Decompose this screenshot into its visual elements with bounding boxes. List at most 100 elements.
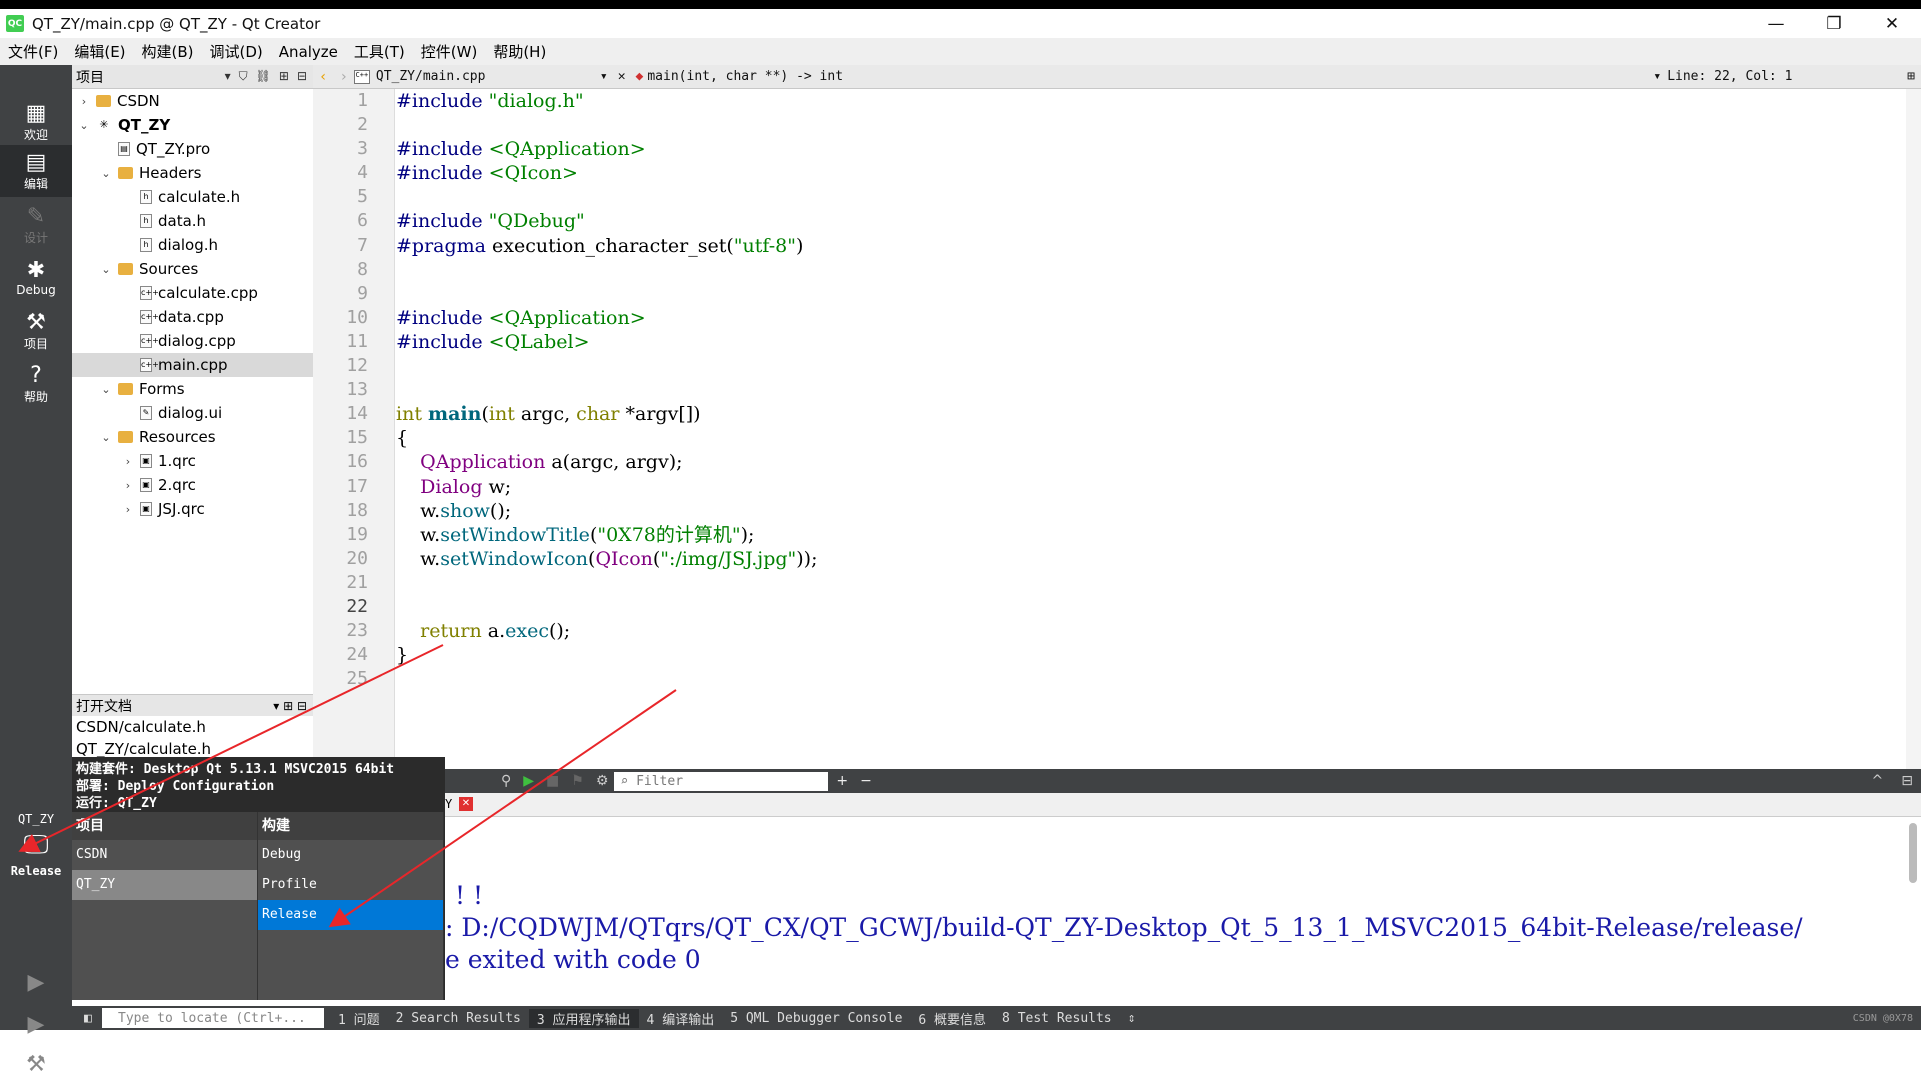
expand-arrow-icon[interactable]: ⌄ (100, 383, 112, 396)
file-dropdown-icon[interactable]: ▾ (596, 69, 612, 84)
build-button[interactable]: ⚒ (0, 1045, 72, 1085)
kit-build-item[interactable]: Profile (258, 870, 443, 900)
link-icon[interactable]: ⛓ (256, 69, 271, 84)
tree-item[interactable]: ⌄ Sources (72, 257, 313, 281)
menu-file[interactable]: 文件(F) (0, 41, 66, 62)
tree-item[interactable]: h calculate.h (72, 185, 313, 209)
stop-icon[interactable]: ■ (540, 773, 565, 789)
tab-compile-output[interactable]: 4 编译输出 (639, 1009, 723, 1028)
output-scrollbar-thumb[interactable] (1909, 823, 1917, 883)
tree-item[interactable]: c++ calculate.cpp (72, 281, 313, 305)
menu-tools[interactable]: 工具(T) (346, 41, 413, 62)
tree-item[interactable]: › ▣ JSJ.qrc (72, 497, 313, 521)
position-dropdown-icon[interactable]: ▾ (1647, 69, 1667, 84)
expand-arrow-icon[interactable]: › (122, 455, 134, 468)
tree-item-label: data.cpp (158, 308, 224, 326)
open-documents-tools-icon[interactable]: ▾ ⊞ ⊟ (273, 699, 313, 713)
line-number: 4 (357, 162, 368, 184)
menu-edit[interactable]: 编辑(E) (66, 41, 133, 62)
tree-item[interactable]: › CSDN (72, 89, 313, 113)
close-button[interactable]: ✕ (1863, 9, 1921, 38)
mode-help[interactable]: ? 帮助 (0, 358, 72, 410)
expand-arrow-icon[interactable]: ⌄ (78, 119, 90, 132)
tree-item[interactable]: ✎ dialog.ui (72, 401, 313, 425)
expand-arrow-icon[interactable]: › (122, 479, 134, 492)
tree-item[interactable]: c++ main.cpp (72, 353, 313, 377)
tab-general-messages[interactable]: 6 概要信息 (910, 1009, 994, 1028)
mode-debug[interactable]: ✱ Debug (0, 252, 72, 304)
screen-top-band (0, 0, 1921, 9)
file-selector[interactable]: QT_ZY/main.cpp (376, 69, 596, 84)
output-tab[interactable]: Y ✕ (445, 793, 1921, 817)
filter-icon[interactable]: ⛉ (239, 69, 248, 84)
back-icon[interactable]: ‹ (313, 69, 333, 85)
mode-welcome[interactable]: ▦ 欢迎 (0, 96, 72, 148)
locator-input[interactable]: Type to locate (Ctrl+... (102, 1008, 324, 1028)
tree-item[interactable]: h dialog.h (72, 233, 313, 257)
open-document-item[interactable]: CSDN/calculate.h (72, 716, 313, 738)
tree-item-label: JSJ.qrc (158, 500, 205, 518)
forward-icon[interactable]: › (333, 69, 353, 85)
menu-help[interactable]: 帮助(H) (485, 41, 554, 62)
expand-arrow-icon[interactable]: › (78, 95, 90, 108)
expand-arrow-icon[interactable]: ⌄ (100, 431, 112, 444)
menu-build[interactable]: 构建(B) (134, 41, 202, 62)
line-number: 3 (357, 138, 368, 160)
kit-selector[interactable]: QT_ZY 🖵 Release (0, 806, 72, 891)
debug-output-icon[interactable]: ⚑ (565, 773, 590, 789)
editor-scrollbar[interactable] (1906, 89, 1921, 769)
tree-item[interactable]: c++ data.cpp (72, 305, 313, 329)
tab-issues[interactable]: 1 问题 (330, 1009, 388, 1028)
debug-run-button[interactable]: ▶ (0, 1005, 72, 1045)
split-icon[interactable]: ⊞ (279, 69, 289, 84)
tab-qml-debugger[interactable]: 5 QML Debugger Console (722, 1011, 910, 1026)
kit-project-item[interactable]: CSDN (72, 840, 257, 870)
close-file-icon[interactable]: ✕ (612, 69, 632, 84)
toggle-sidebar-icon[interactable]: ◧ (76, 1011, 100, 1026)
zoom-in-icon[interactable]: + (828, 773, 856, 789)
settings-icon[interactable]: ⚙ (590, 773, 615, 789)
close-pane-icon[interactable]: ⊟ (297, 69, 307, 84)
line-number: 8 (357, 258, 368, 280)
tree-item[interactable]: › ▣ 2.qrc (72, 473, 313, 497)
tree-item[interactable]: ▤ QT_ZY.pro (72, 137, 313, 161)
tree-item[interactable]: h data.h (72, 209, 313, 233)
tab-search-results[interactable]: 2 Search Results (388, 1011, 529, 1026)
tree-item[interactable]: › ▣ 1.qrc (72, 449, 313, 473)
run-button[interactable]: ▶ (0, 963, 72, 1003)
close-tab-icon[interactable]: ✕ (459, 797, 473, 811)
close-panel-icon[interactable]: ⊟ (1893, 773, 1921, 789)
tree-item[interactable]: ⌄ Resources (72, 425, 313, 449)
expand-arrow-icon[interactable]: ⌄ (100, 167, 112, 180)
dropdown-icon[interactable]: ▾ (225, 69, 231, 84)
kit-build-item[interactable]: Debug (258, 840, 443, 870)
expand-arrow-icon[interactable]: › (122, 503, 134, 516)
zoom-out-icon[interactable]: − (856, 773, 876, 789)
symbol-selector[interactable]: main(int, char **) -> int (647, 69, 1647, 84)
restore-button[interactable]: ❐ (1805, 9, 1863, 38)
menu-debug[interactable]: 调试(D) (202, 41, 271, 62)
expand-arrow-icon[interactable]: ⌄ (100, 263, 112, 276)
tab-test-results[interactable]: 8 Test Results (994, 1011, 1120, 1026)
cursor-position[interactable]: Line: 22, Col: 1 (1667, 69, 1792, 84)
menu-analyze[interactable]: Analyze (271, 43, 346, 61)
split-editor-icon[interactable]: ⊞ (1907, 69, 1921, 84)
output-filter-input[interactable]: ⌕ Filter (614, 771, 829, 791)
mode-projects[interactable]: ⚒ 项目 (0, 305, 72, 357)
kit-build-item-selected[interactable]: Release (258, 900, 443, 930)
tab-application-output[interactable]: 3 应用程序输出 (528, 1008, 639, 1028)
tree-item[interactable]: ⌄ ✳ QT_ZY (72, 113, 313, 137)
tree-item[interactable]: ⌄ Headers (72, 161, 313, 185)
minimize-button[interactable]: — (1747, 9, 1805, 38)
attach-icon[interactable]: ⚲ (495, 773, 517, 789)
maximize-panel-icon[interactable]: ^ (1862, 773, 1894, 789)
tree-item[interactable]: ⌄ Forms (72, 377, 313, 401)
tree-item[interactable]: c++ dialog.cpp (72, 329, 313, 353)
more-tabs-icon[interactable]: ⇕ (1120, 1011, 1144, 1026)
kit-project-item-selected[interactable]: QT_ZY (72, 870, 257, 900)
code-editor[interactable]: #include "dialog.h" #include <QApplicati… (396, 89, 1906, 769)
rerun-icon[interactable]: ▶ (517, 773, 540, 789)
menu-controls[interactable]: 控件(W) (413, 41, 486, 62)
mode-design[interactable]: ✎ 设计 (0, 199, 72, 251)
mode-edit[interactable]: ▤ 编辑 (0, 145, 72, 197)
